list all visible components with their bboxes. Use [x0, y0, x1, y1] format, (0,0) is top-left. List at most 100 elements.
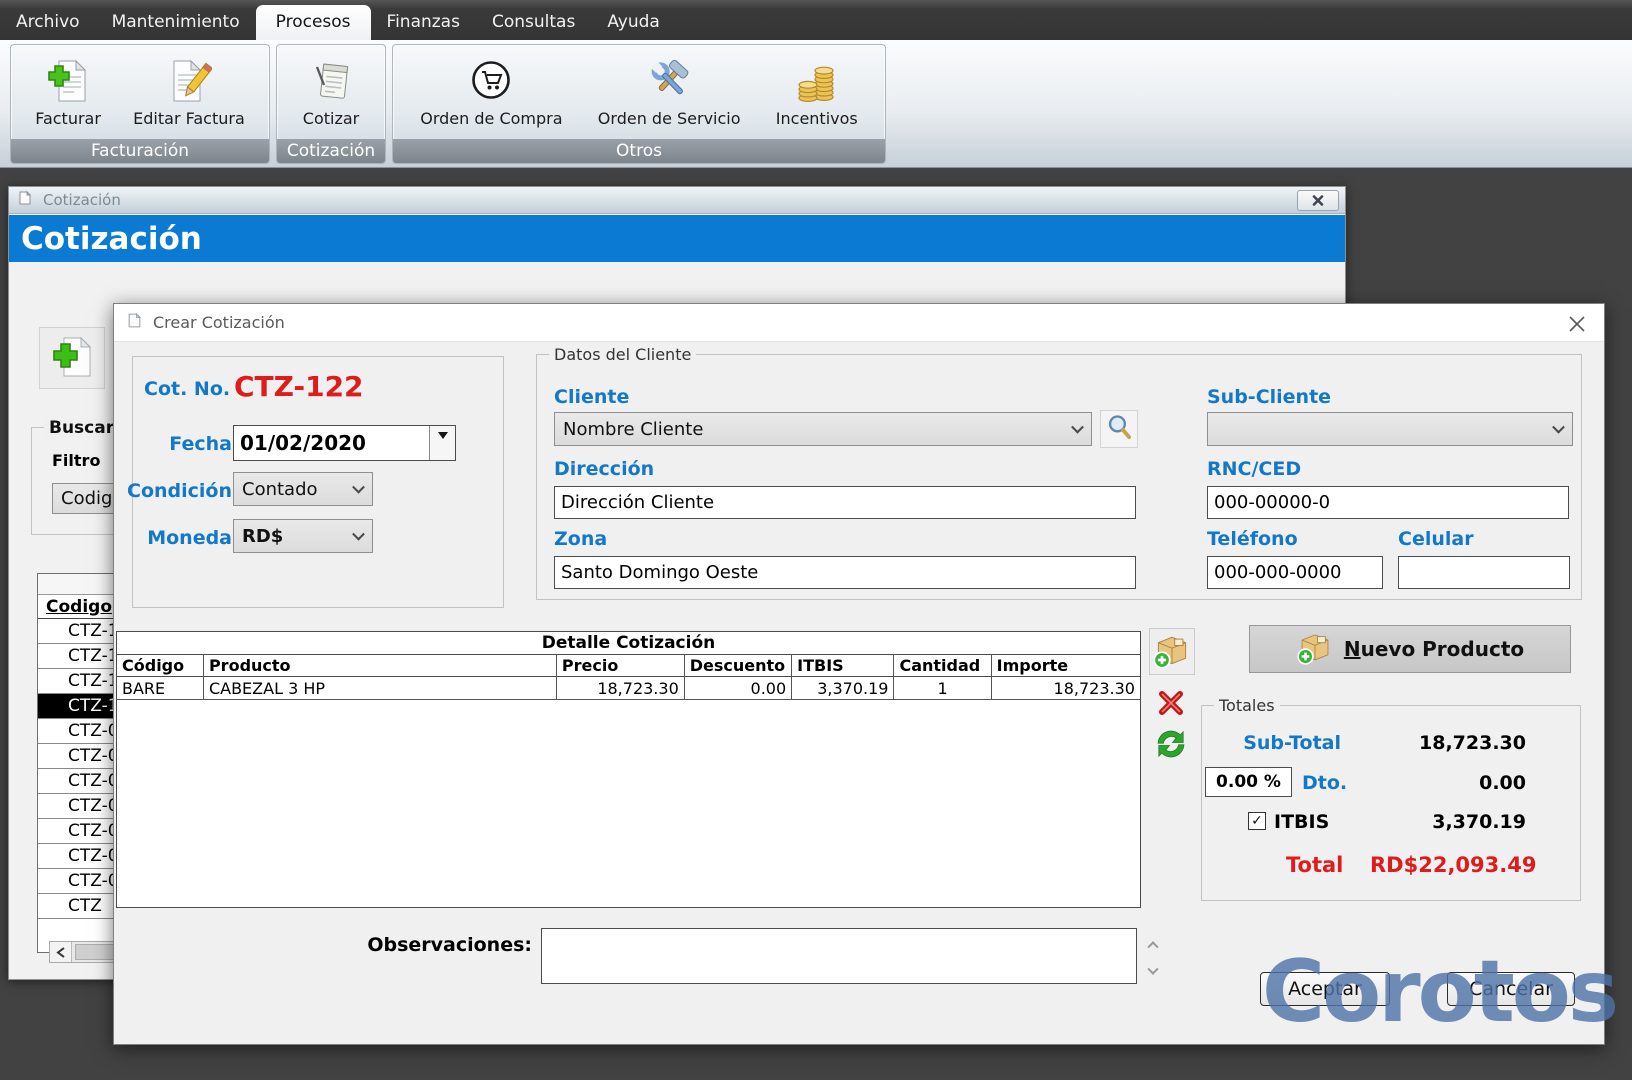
menu-ayuda[interactable]: Ayuda	[591, 5, 676, 40]
descuento-percent-input[interactable]	[1205, 767, 1292, 797]
scroll-up-icon[interactable]	[1146, 938, 1160, 950]
filtro-label: Filtro	[52, 451, 100, 470]
orden-de-compra-label: Orden de Compra	[420, 109, 562, 128]
dialog-close-button[interactable]	[1564, 311, 1590, 337]
tools-icon	[646, 57, 692, 107]
cell-cantidad: 1	[894, 677, 991, 699]
cotizar-label: Cotizar	[303, 109, 359, 128]
dialog-title: Crear Cotización	[153, 313, 285, 332]
delete-row-button[interactable]	[1154, 690, 1188, 720]
sub-cliente-combobox[interactable]	[1207, 412, 1573, 446]
coins-icon	[794, 57, 840, 107]
subtotal-value: 18,723.30	[1404, 732, 1526, 754]
itbis-checkbox[interactable]: ✓	[1248, 812, 1266, 830]
itbis-label: ITBIS	[1274, 811, 1329, 833]
rnc-label: RNC/CED	[1207, 458, 1301, 480]
facturar-label: Facturar	[35, 109, 101, 128]
editar-factura-label: Editar Factura	[133, 109, 245, 128]
chevron-down-icon	[1071, 421, 1084, 434]
observaciones-textarea[interactable]	[541, 928, 1137, 984]
menu-finanzas[interactable]: Finanzas	[371, 5, 476, 40]
incentivos-button[interactable]: Incentivos	[768, 55, 866, 130]
table-row[interactable]: BARE CABEZAL 3 HP 18,723.30 0.00 3,370.1…	[117, 677, 1140, 700]
observaciones-label: Observaciones:	[364, 934, 532, 956]
menu-procesos[interactable]: Procesos	[256, 5, 371, 40]
menu-archivo[interactable]: Archivo	[0, 5, 96, 40]
scroll-left-icon[interactable]	[50, 942, 72, 962]
cotizacion-window-titlebar[interactable]: Cotización	[9, 187, 1345, 214]
rnc-input[interactable]	[1207, 486, 1569, 519]
scroll-down-icon[interactable]	[1146, 966, 1160, 978]
editar-factura-button[interactable]: Editar Factura	[125, 55, 253, 130]
group-label-cotizacion: Cotización	[277, 139, 385, 163]
direccion-input[interactable]	[554, 486, 1136, 519]
orden-de-servicio-button[interactable]: Orden de Servicio	[590, 55, 749, 130]
orden-de-compra-button[interactable]: Orden de Compra	[412, 55, 570, 130]
moneda-value: RD$	[242, 526, 283, 547]
refresh-button[interactable]	[1152, 728, 1190, 764]
cot-no-label: Cot. No.	[144, 378, 230, 400]
cliente-value: Nombre Cliente	[563, 419, 703, 440]
celular-label: Celular	[1398, 528, 1474, 550]
direccion-label: Dirección	[554, 458, 654, 480]
orden-de-servicio-label: Orden de Servicio	[598, 109, 741, 128]
fecha-value: 01/02/2020	[240, 431, 366, 455]
menu-bar: Archivo Mantenimiento Procesos Finanzas …	[0, 0, 1632, 40]
cell-producto: CABEZAL 3 HP	[204, 677, 557, 699]
fecha-label: Fecha	[144, 433, 232, 455]
caret-down-icon	[438, 432, 448, 444]
fecha-input[interactable]: 01/02/2020	[233, 425, 456, 461]
group-label-facturacion: Facturación	[11, 139, 269, 163]
subtotal-label: Sub-Total	[1231, 732, 1341, 754]
col-header: Cantidad	[894, 655, 991, 676]
cell-itbis: 3,370.19	[792, 677, 894, 699]
telefono-input[interactable]	[1207, 556, 1383, 589]
totales-label: Totales	[1214, 696, 1280, 715]
celular-input[interactable]	[1398, 556, 1570, 589]
dialog-icon	[126, 312, 143, 333]
group-label-otros: Otros	[393, 139, 885, 163]
zona-label: Zona	[554, 528, 607, 550]
cotizar-button[interactable]: Cotizar	[295, 55, 367, 130]
dialog-titlebar[interactable]: Crear Cotización	[114, 304, 1604, 342]
col-header: Importe	[992, 655, 1140, 676]
cell-codigo: BARE	[117, 677, 204, 699]
add-product-button[interactable]	[1149, 628, 1195, 675]
package-plus-icon	[1152, 630, 1192, 674]
menu-consultas[interactable]: Consultas	[476, 5, 591, 40]
ribbon: Facturar	[0, 40, 1632, 168]
total-value: RD$22,093.49	[1370, 853, 1526, 877]
col-header: ITBIS	[792, 655, 894, 676]
dto-label: Dto.	[1302, 772, 1347, 794]
new-quote-button[interactable]	[39, 327, 105, 389]
date-dropdown-button[interactable]	[429, 426, 455, 460]
total-label: Total	[1286, 853, 1343, 877]
cliente-combobox[interactable]: Nombre Cliente	[554, 412, 1092, 446]
search-icon	[1105, 413, 1133, 445]
desktop: Archivo Mantenimiento Procesos Finanzas …	[0, 0, 1632, 1080]
shopping-cart-icon	[468, 57, 514, 107]
page-title-banner: Cotización	[9, 215, 1345, 262]
condicion-label: Condición	[126, 480, 232, 502]
edit-invoice-icon	[166, 57, 212, 107]
chevron-down-icon	[1552, 421, 1565, 434]
condicion-combobox[interactable]: Contado	[233, 472, 373, 506]
ribbon-group-cotizacion: Cotizar Cotización	[276, 44, 386, 164]
zona-input[interactable]	[554, 556, 1136, 589]
new-invoice-icon	[45, 57, 91, 107]
moneda-combobox[interactable]: RD$	[233, 519, 373, 553]
nuevo-producto-button[interactable]: Nuevo Producto	[1249, 625, 1571, 673]
new-document-icon	[48, 332, 96, 384]
col-header: Código	[117, 655, 204, 676]
ribbon-group-facturacion: Facturar	[10, 44, 270, 164]
nuevo-producto-label: Nuevo Producto	[1344, 637, 1524, 661]
facturar-button[interactable]: Facturar	[27, 55, 109, 130]
buscar-cliente-button[interactable]	[1100, 410, 1138, 448]
telefono-label: Teléfono	[1207, 528, 1298, 550]
window-close-button[interactable]	[1297, 190, 1339, 211]
col-header: Producto	[204, 655, 557, 676]
menu-mantenimiento[interactable]: Mantenimiento	[96, 5, 256, 40]
quote-pad-icon	[308, 57, 354, 107]
corotos-watermark: Corotos	[1262, 942, 1616, 1042]
datos-cliente-label: Datos del Cliente	[549, 345, 696, 364]
